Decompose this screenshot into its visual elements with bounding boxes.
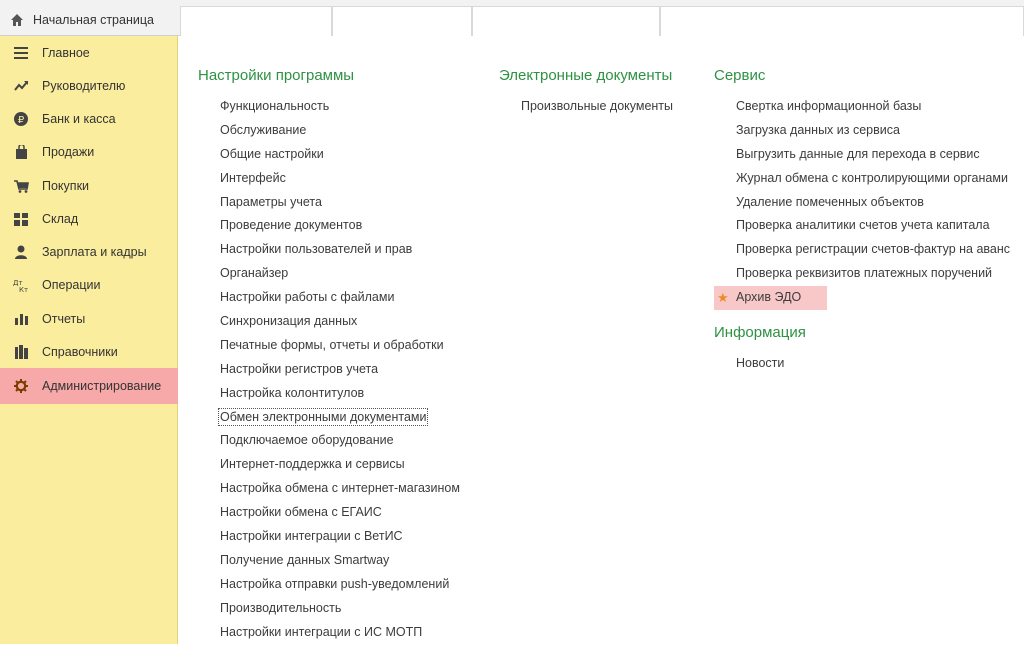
link-item[interactable]: Выгрузить данные для перехода в сервис: [714, 143, 1010, 167]
link-item-favorite[interactable]: ★ Архив ЭДО: [714, 286, 827, 311]
books-icon: [13, 344, 29, 360]
link-item[interactable]: Подключаемое оборудование: [198, 429, 460, 453]
link-item[interactable]: Синхронизация данных: [198, 310, 460, 334]
link-item[interactable]: Новости: [714, 352, 1010, 376]
main-content: Настройки программы Функциональность Обс…: [179, 36, 1024, 644]
link-item[interactable]: Получение данных Smartway: [198, 549, 460, 573]
ruble-icon: ₽: [13, 111, 29, 127]
person-icon: [13, 244, 29, 260]
sidebar-item-label: Склад: [42, 212, 79, 226]
section-title: Информация: [714, 324, 806, 342]
sidebar-item-label: Операции: [42, 278, 101, 292]
home-icon: [10, 13, 24, 27]
dt-kt-icon: Дт Кт: [13, 277, 29, 293]
bag-icon: [13, 144, 29, 160]
link-item[interactable]: Интерфейс: [198, 167, 460, 191]
tab-blank[interactable]: [180, 6, 332, 36]
home-tab-label: Начальная страница: [33, 13, 154, 27]
link-item[interactable]: Удаление помеченных объектов: [714, 191, 1010, 215]
column-service: Сервис Свертка информационной базы Загру…: [714, 66, 1010, 376]
link-item[interactable]: Проведение документов: [198, 214, 460, 238]
link-item[interactable]: Настройки интеграции с ИС МОТП: [198, 621, 460, 645]
tab-blank[interactable]: [472, 6, 660, 36]
favorite-star-icon: ★: [717, 290, 729, 306]
link-item[interactable]: Произвольные документы: [499, 95, 673, 119]
sidebar-item-label: Справочники: [42, 345, 118, 359]
link-item[interactable]: Настройки пользователей и прав: [198, 238, 460, 262]
sidebar-item-salary[interactable]: Зарплата и кадры: [0, 235, 178, 269]
sidebar-item-label: Администрирование: [42, 379, 162, 393]
link-item[interactable]: Функциональность: [198, 95, 460, 119]
sidebar-item-manager[interactable]: Руководителю: [0, 69, 178, 103]
sidebar-item-label: Продажи: [42, 145, 95, 159]
link-item[interactable]: Параметры учета: [198, 191, 460, 215]
link-item[interactable]: Настройка отправки push-уведомлений: [198, 573, 460, 597]
link-item[interactable]: Производительность: [198, 597, 460, 621]
svg-text:₽: ₽: [18, 115, 25, 126]
link-item[interactable]: Проверка аналитики счетов учета капитала: [714, 214, 1010, 238]
bar-chart-icon: [13, 311, 29, 327]
sidebar-item-label: Главное: [42, 46, 90, 60]
trend-icon: [13, 78, 29, 94]
svg-text:Кт: Кт: [19, 286, 28, 292]
sidebar-item-administration[interactable]: Администрирование: [0, 368, 178, 404]
sidebar-item-warehouse[interactable]: Склад: [0, 202, 178, 236]
link-item[interactable]: Настройки регистров учета: [198, 358, 460, 382]
sidebar-item-label: Зарплата и кадры: [42, 245, 147, 259]
link-item[interactable]: Настройки интеграции с ВетИС: [198, 525, 460, 549]
link-item[interactable]: Журнал обмена с контролирующими органами: [714, 167, 1010, 191]
cart-icon: [13, 178, 29, 194]
section-title: Настройки программы: [198, 67, 355, 84]
column-settings: Настройки программы Функциональность Обс…: [198, 66, 460, 644]
section-title: Сервис: [714, 67, 766, 84]
link-item[interactable]: Органайзер: [198, 262, 460, 286]
sidebar-item-main[interactable]: Главное: [0, 36, 178, 70]
hamburger-icon: [13, 45, 29, 61]
grid-icon: [13, 211, 29, 227]
section-title: Электронные документы: [499, 67, 673, 84]
sidebar-item-purchases[interactable]: Покупки: [0, 169, 178, 203]
link-item[interactable]: Общие настройки: [198, 143, 460, 167]
sidebar-item-operations[interactable]: Дт Кт Операции: [0, 268, 178, 302]
tab-blank[interactable]: [332, 6, 472, 36]
link-item[interactable]: Обслуживание: [198, 119, 460, 143]
link-item[interactable]: Загрузка данных из сервиса: [714, 119, 1010, 143]
tab-blank[interactable]: [660, 6, 1024, 36]
link-item[interactable]: Проверка реквизитов платежных поручений: [714, 262, 1010, 286]
link-item[interactable]: Настройка обмена с интернет-магазином: [198, 477, 460, 501]
link-item[interactable]: Интернет-поддержка и сервисы: [198, 453, 460, 477]
link-item[interactable]: Проверка регистрации счетов-фактур на ав…: [714, 238, 1010, 262]
sidebar-item-label: Покупки: [42, 179, 90, 193]
sidebar-item-reports[interactable]: Отчеты: [0, 302, 178, 336]
link-item[interactable]: Свертка информационной базы: [714, 95, 1010, 119]
sidebar-item-directories[interactable]: Справочники: [0, 335, 178, 369]
link-item[interactable]: Настройки работы с файлами: [198, 286, 460, 310]
sidebar-item-label: Отчеты: [42, 312, 86, 326]
link-item[interactable]: Печатные формы, отчеты и обработки: [198, 334, 460, 358]
tab-home[interactable]: Начальная страница: [0, 6, 170, 34]
gear-icon: [13, 378, 29, 394]
sidebar-item-label: Банк и касса: [42, 112, 116, 126]
sidebar: Главное Руководителю ₽ Банк и касса Прод…: [0, 36, 178, 644]
sidebar-item-label: Руководителю: [42, 79, 126, 93]
sidebar-item-sales[interactable]: Продажи: [0, 135, 178, 169]
column-edocs: Электронные документы Произвольные докум…: [499, 66, 673, 119]
link-item[interactable]: Настройка колонтитулов: [198, 382, 460, 406]
tab-bar: Начальная страница: [0, 0, 1024, 36]
link-item-focused[interactable]: Обмен электронными документами: [198, 406, 460, 430]
link-item[interactable]: Настройки обмена с ЕГАИС: [198, 501, 460, 525]
sidebar-item-bank[interactable]: ₽ Банк и касса: [0, 102, 178, 136]
